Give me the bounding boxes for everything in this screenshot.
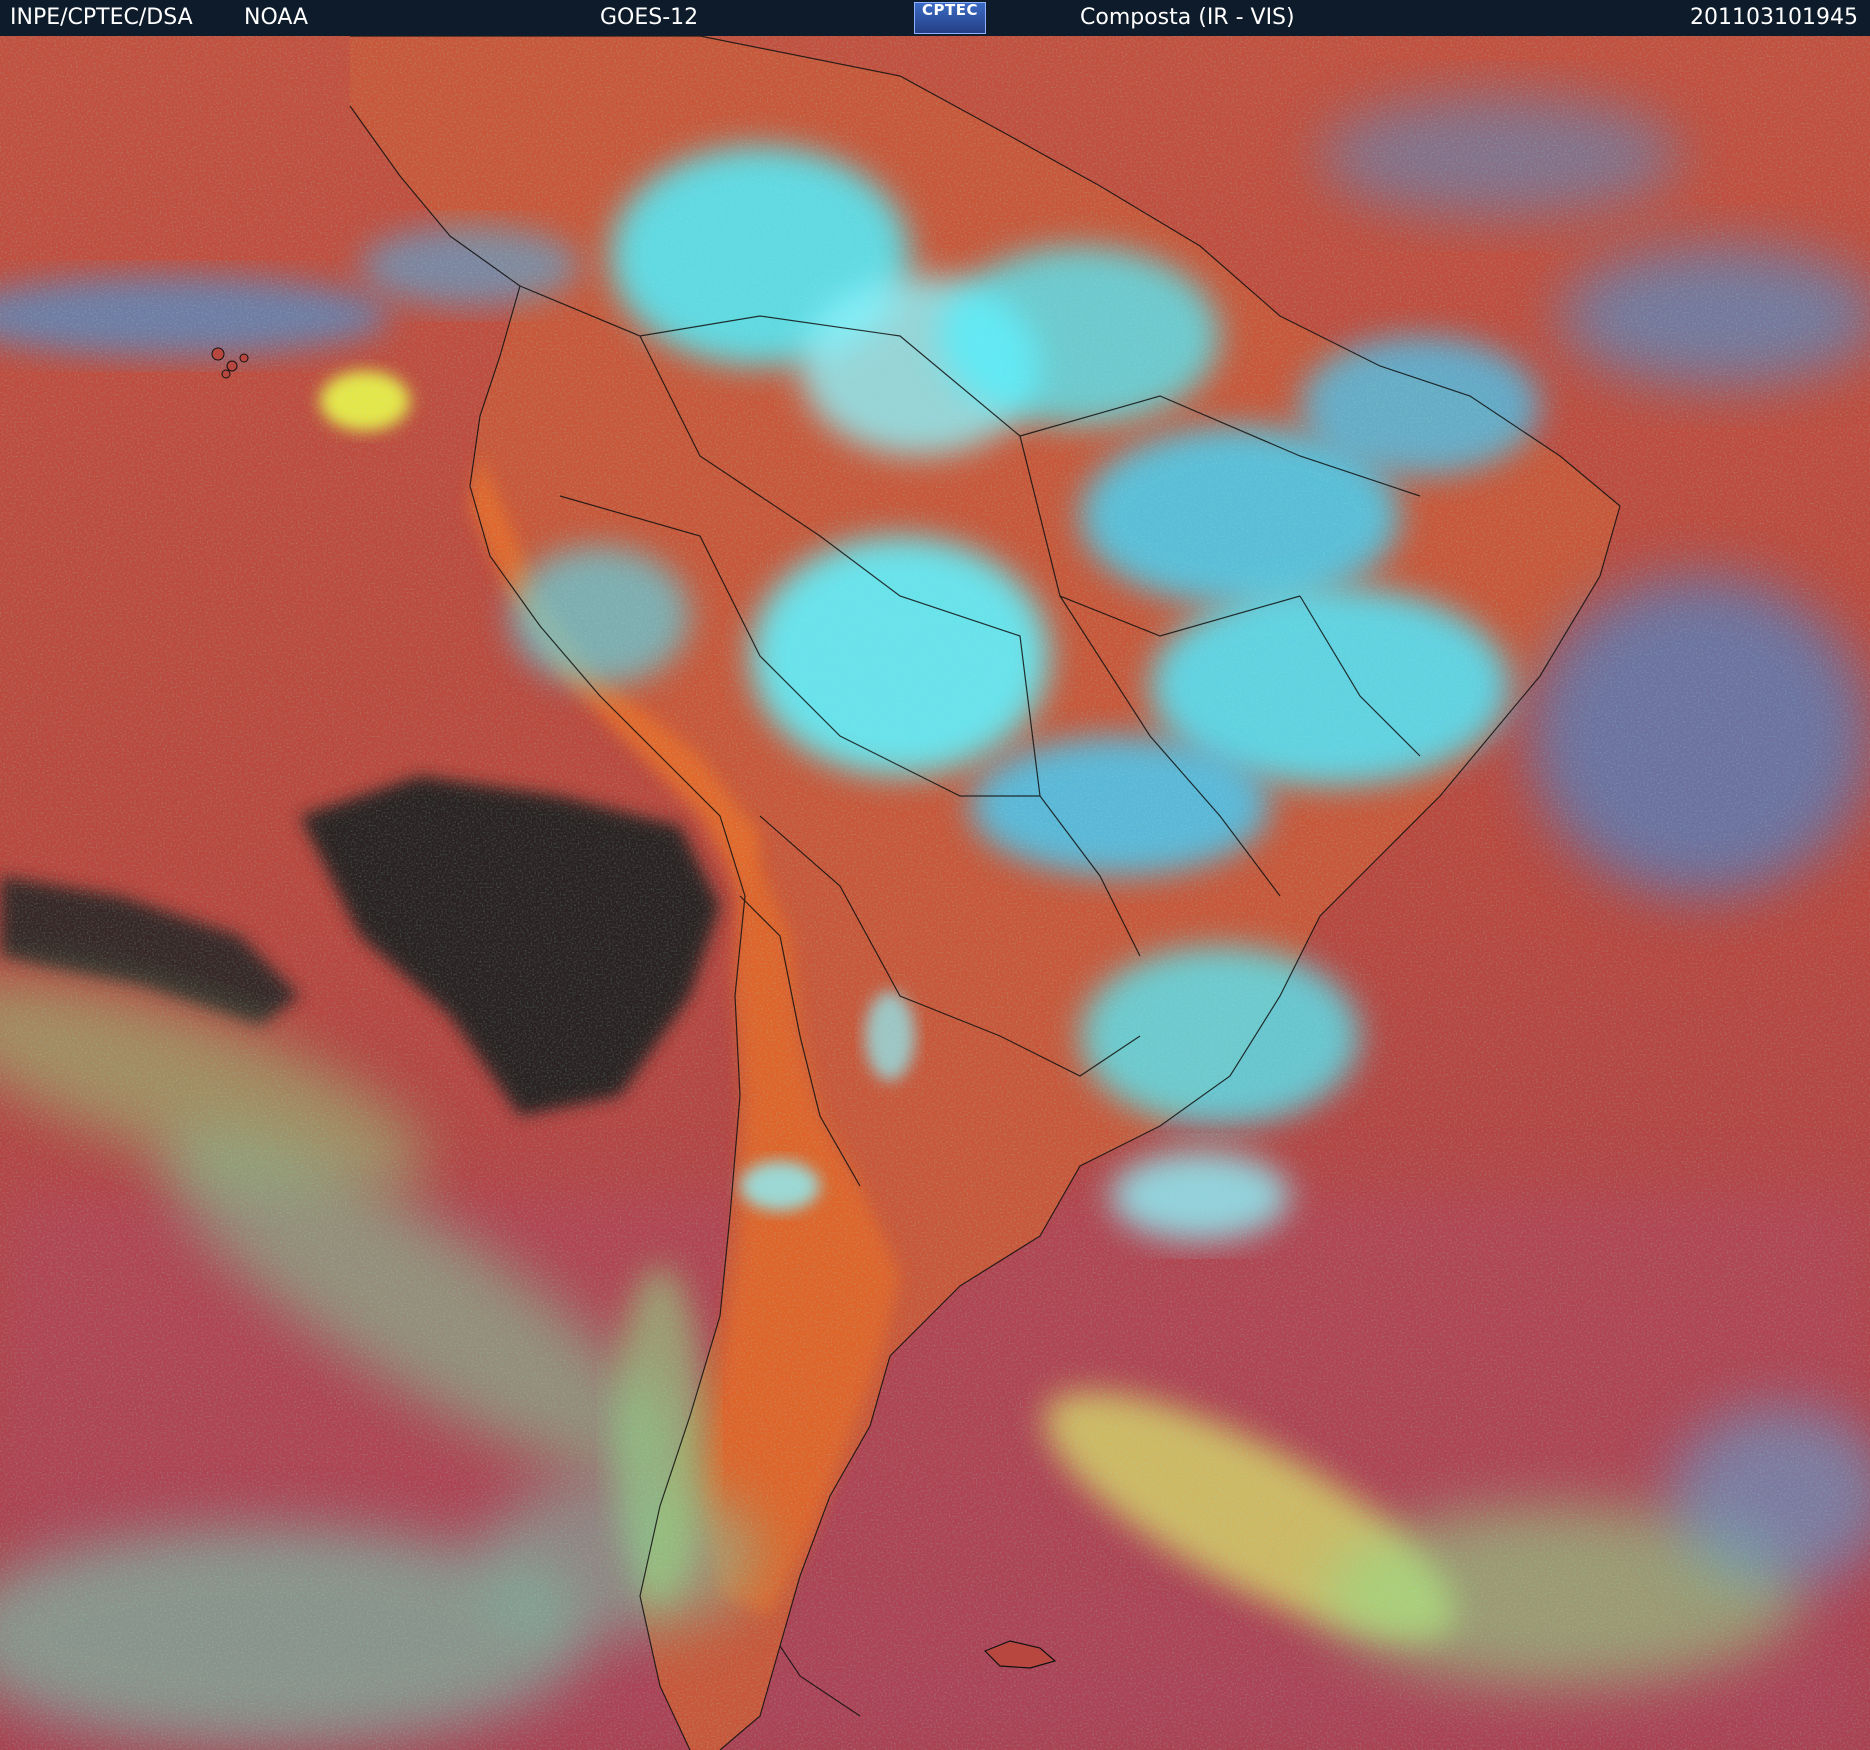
org-label: INPE/CPTEC/DSA <box>10 5 193 30</box>
cloud-texture <box>0 36 1870 1750</box>
satellite-label: GOES-12 <box>600 5 699 30</box>
satellite-composite-svg <box>0 36 1870 1750</box>
cptec-logo-text: CPTEC <box>922 1 978 19</box>
product-label: Composta (IR - VIS) <box>1080 5 1295 30</box>
satellite-image <box>0 36 1870 1750</box>
timestamp-label: 201103101945 <box>1690 5 1858 30</box>
agency-label: NOAA <box>244 5 309 30</box>
header-bar: INPE/CPTEC/DSA NOAA GOES-12 CPTEC Compos… <box>0 0 1870 36</box>
cptec-logo: CPTEC <box>914 2 986 34</box>
